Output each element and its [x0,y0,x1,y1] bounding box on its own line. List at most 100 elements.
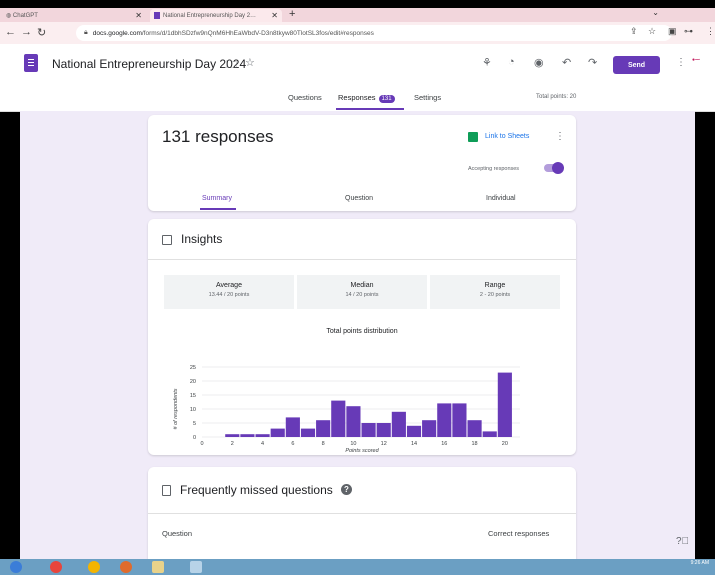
x-tick-label: 6 [291,441,294,447]
stat-label: Range [484,282,506,289]
histogram-bar [361,423,376,437]
x-tick-label: 16 [441,441,447,447]
total-points: Total points: 20 [536,94,577,100]
histogram-bar [467,420,482,437]
address-bar-row: ← → ↻ 🔒︎ docs.google.com /forms/d/1dbhSD… [0,22,715,44]
file-explorer-icon[interactable] [152,561,164,573]
x-tick-label: 0 [200,441,203,447]
subtab-summary[interactable]: Summary [202,195,232,202]
media-player-icon[interactable] [120,561,132,573]
missed-questions-card: Frequently missed questions ? Question C… [148,467,576,559]
tab-label: ChatGPT [12,12,38,19]
active-subtab-indicator [200,208,236,210]
undo-icon[interactable]: ↶ [562,56,571,69]
screen: ◍ ChatGPT ✕ National Entrepreneurship Da… [0,0,715,575]
clock[interactable]: 9:26 AM [691,560,709,566]
redo-icon[interactable]: ↷ [588,56,597,69]
customize-theme-icon[interactable]: ◔ [508,56,515,68]
google-forms-logo-icon[interactable] [24,54,38,72]
accepting-responses-label: Accepting responses [468,166,520,172]
back-icon[interactable]: ← [5,26,16,38]
send-button[interactable]: Send [613,56,660,74]
move-to-folder-icon[interactable]: 🗀︎ [226,56,237,75]
histogram-bar [437,403,452,437]
y-axis-label: # of respondents [173,388,179,429]
y-tick-label: 10 [190,407,196,413]
tab-responses-label: Responses [338,93,376,102]
insights-title: Insights [181,232,223,246]
missed-questions-title: Frequently missed questions [180,483,333,497]
extension-icon[interactable]: ⊶ [684,26,693,37]
clipboard-icon [162,485,171,496]
more-options-icon[interactable]: ⋮ [676,57,686,68]
column-header-correct-responses: Correct responses [488,529,550,538]
more-options-icon[interactable]: ⋮ [555,131,565,142]
column-header-question: Question [162,529,193,538]
address-bar[interactable]: 🔒︎ docs.google.com /forms/d/1dbhSDzfw9nQ… [76,25,672,41]
x-tick-label: 12 [381,441,387,447]
responses-count-badge: 131 [378,95,395,103]
responses-summary-card: 131 responses Link to Sheets ⋮ Accepting… [148,115,576,211]
close-tab-icon[interactable]: ✕ [135,11,142,20]
stat-label: Average [216,282,242,289]
browser-tab-chatgpt[interactable]: ◍ ChatGPT ✕ [6,9,146,22]
forms-header: National Entrepreneurship Day 2024 🗀︎ ☆ … [0,44,715,112]
histogram-bar [285,417,300,437]
share-icon[interactable]: ⇪ [630,26,638,37]
histogram-bar [255,434,270,437]
new-tab-icon[interactable]: + [289,8,295,20]
browser-tab-forms[interactable]: National Entrepreneurship Day 2… ✕ [150,9,282,22]
accepting-responses-toggle[interactable] [544,162,564,174]
x-tick-label: 2 [231,441,234,447]
help-icon[interactable]: ? [341,484,352,495]
form-title[interactable]: National Entrepreneurship Day 2024 [52,57,246,71]
tab-questions[interactable]: Questions [288,93,322,102]
chrome-taskbar-icon[interactable] [88,561,100,573]
chrome-taskbar-icon[interactable] [50,561,62,573]
y-tick-label: 5 [193,421,196,427]
sheets-icon[interactable] [468,132,478,142]
histogram-bar [406,425,422,437]
insights-card: Insights Average 13.44 / 20 points Media… [148,219,576,455]
stat-value: 13.44 / 20 points [208,292,250,298]
histogram-bar [331,400,346,437]
histogram-bar [452,403,467,437]
tab-responses[interactable]: Responses 131 [338,93,395,103]
divider [148,259,576,260]
help-fab-icon[interactable]: ?⃝ [676,536,689,547]
preview-eye-icon[interactable]: ◉ [534,56,544,69]
lock-icon: 🔒︎ [84,29,88,36]
tab-settings[interactable]: Settings [414,93,441,102]
responses-main[interactable]: 131 responses Link to Sheets ⋮ Accepting… [20,111,695,559]
histogram-bar [240,434,255,437]
tab-search-icon[interactable]: ⌄ [652,8,659,17]
start-icon[interactable] [10,561,22,573]
stat-value: 2 - 20 points [479,292,511,298]
reload-icon[interactable]: ↻ [37,26,46,39]
link-to-sheets-button[interactable]: Link to Sheets [485,133,529,140]
active-tab-indicator [336,108,404,110]
avatar[interactable]: ●⁓ [692,57,714,69]
url-host: docs.google.com [92,29,142,37]
x-tick-label: 4 [261,441,264,447]
stat-median: Median 14 / 20 points [297,275,427,309]
subtab-individual[interactable]: Individual [486,195,516,202]
addons-icon[interactable]: ⚘ [482,56,492,69]
subtab-question[interactable]: Question [345,195,373,202]
histogram-bar [391,411,406,437]
chrome-menu-icon[interactable]: ⋮ [706,26,715,37]
tab-label: National Entrepreneurship Day 2… [163,12,257,19]
histogram-bar [316,420,331,437]
insights-icon [162,235,172,245]
forward-icon[interactable]: → [21,26,32,38]
histogram-bar [225,434,240,437]
sidebar-icon[interactable]: ▣ [668,26,677,37]
browser-tab-strip: ◍ ChatGPT ✕ National Entrepreneurship Da… [0,8,715,22]
divider [148,513,576,514]
stat-average: Average 13.44 / 20 points [164,275,294,309]
close-tab-icon[interactable]: ✕ [271,11,278,20]
bookmark-star-icon[interactable]: ☆ [648,26,656,37]
windows-taskbar: 9:26 AM [0,559,715,575]
app-taskbar-icon[interactable] [190,561,202,573]
star-icon[interactable]: ☆ [245,56,255,69]
